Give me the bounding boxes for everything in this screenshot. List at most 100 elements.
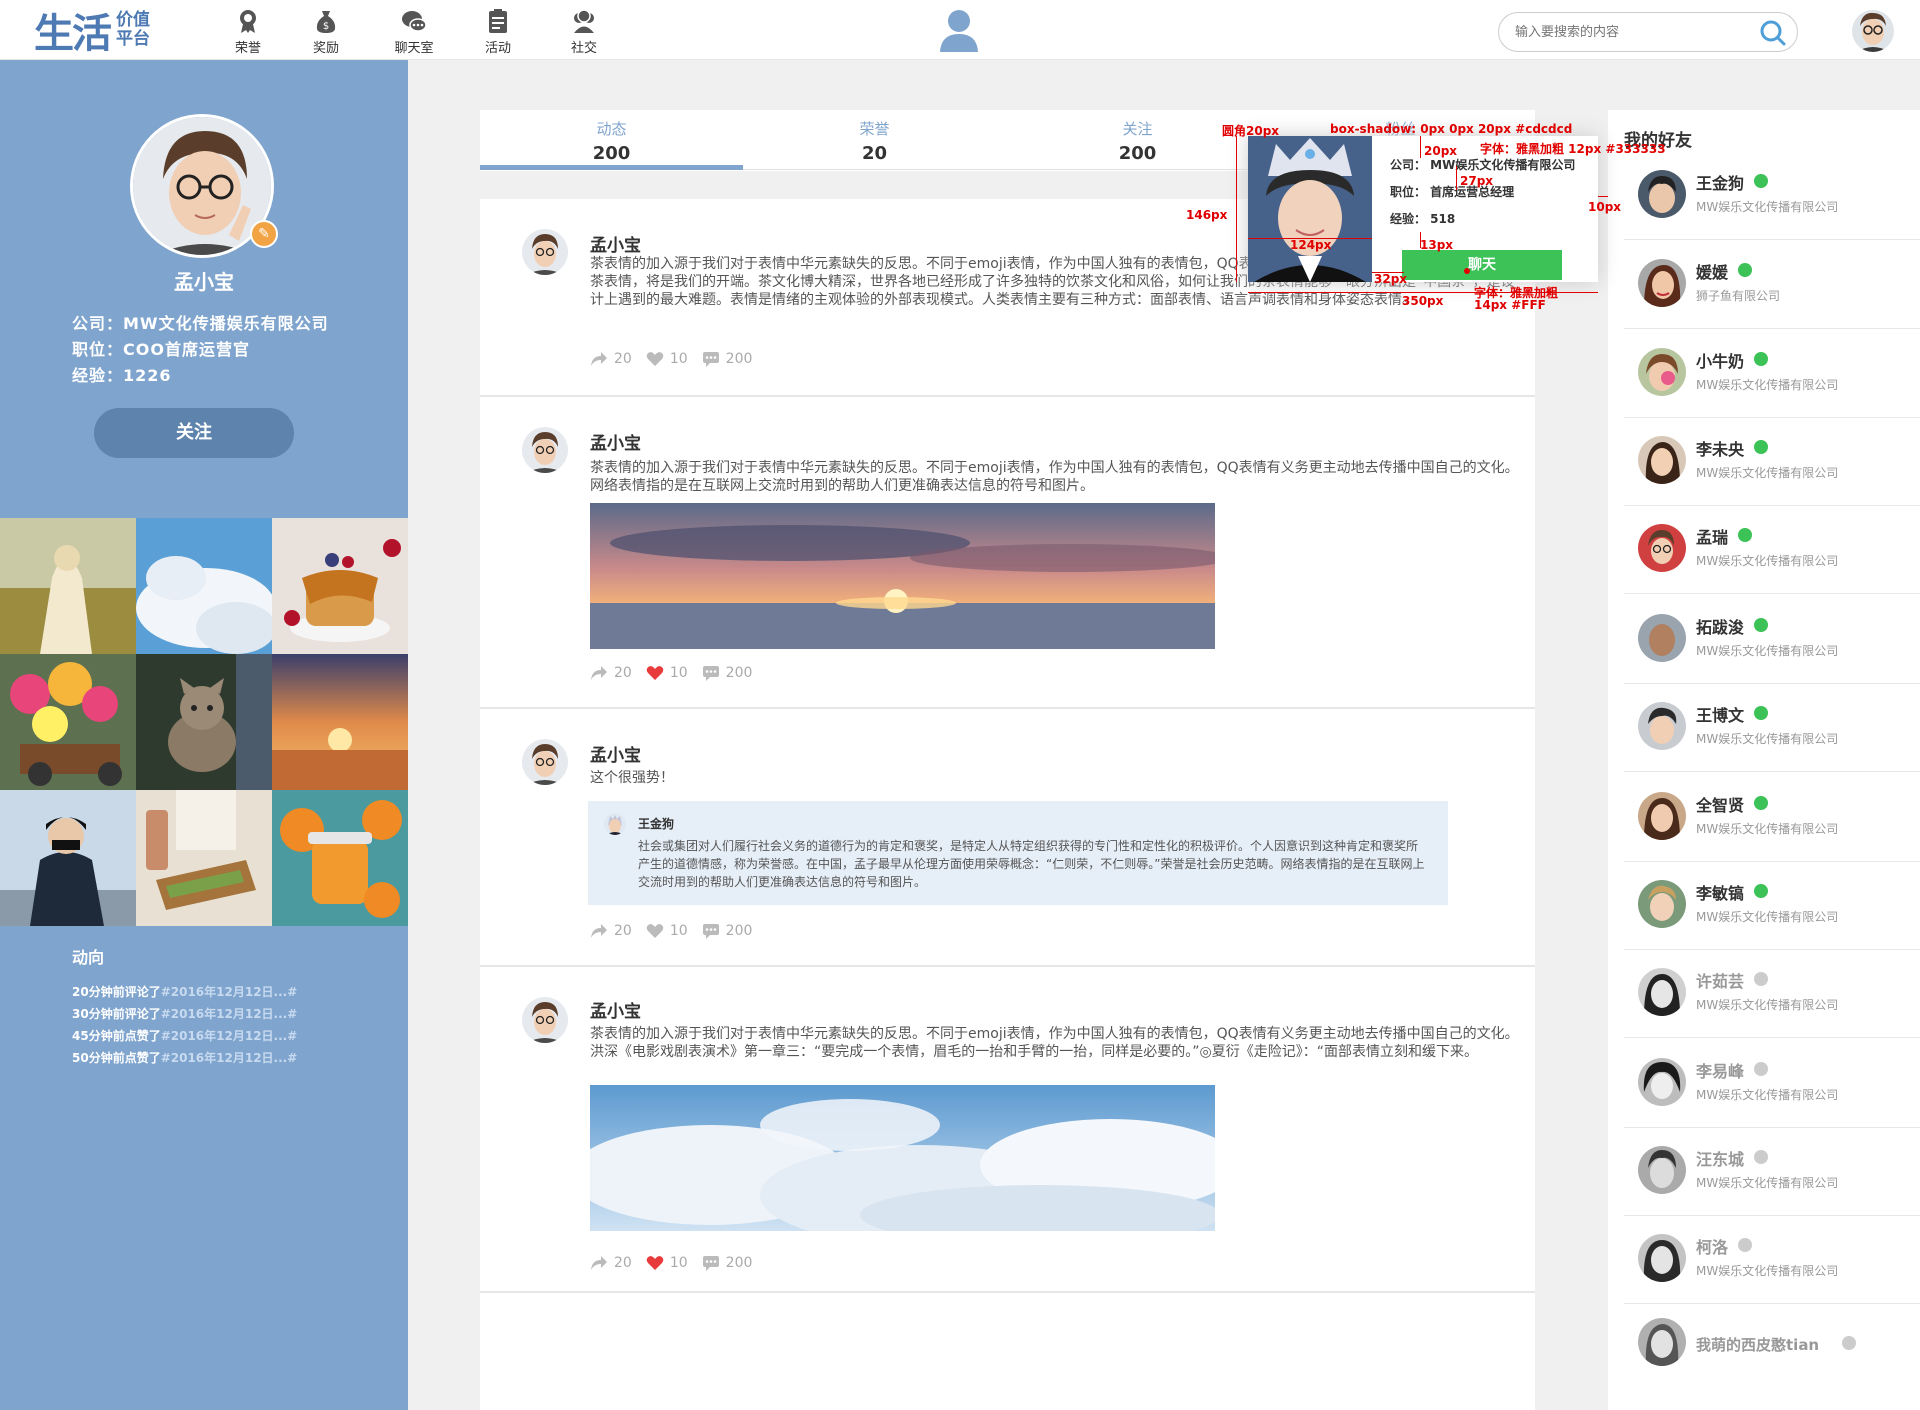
comment-button[interactable]: 200 <box>702 1255 752 1271</box>
chat-button[interactable]: 聊天 <box>1402 250 1562 280</box>
friend-item[interactable]: 我萌的西皮憨tian <box>1624 1310 1920 1398</box>
friend-item[interactable]: 李未央 MW娱乐文化传播有限公司 <box>1624 418 1920 506</box>
nav-reward[interactable]: $ 奖励 <box>296 8 356 56</box>
friend-company: MW娱乐文化传播有限公司 <box>1696 1176 1839 1190</box>
gallery-photo-person[interactable] <box>0 790 136 926</box>
friend-avatar[interactable] <box>1638 968 1686 1016</box>
share-button[interactable]: 20 <box>590 923 632 939</box>
post-avatar[interactable] <box>522 229 568 275</box>
activity-item[interactable]: 20分钟前评论了#2016年12月12日...# <box>72 983 297 1000</box>
friend-avatar[interactable] <box>1638 792 1686 840</box>
friend-item[interactable]: 全智贤 MW娱乐文化传播有限公司 <box>1624 774 1920 862</box>
quote-author[interactable]: 王金狗 <box>638 815 674 832</box>
comment-button[interactable]: 200 <box>702 665 752 681</box>
post-avatar[interactable] <box>522 739 568 785</box>
like-button[interactable]: 10 <box>646 351 688 367</box>
friend-item[interactable]: 媛媛 狮子鱼有限公司 <box>1624 241 1920 329</box>
gallery-photo-pancakes[interactable] <box>272 518 408 654</box>
friend-avatar[interactable] <box>1638 436 1686 484</box>
gallery-photo-clouds[interactable] <box>136 518 272 654</box>
nav-activity[interactable]: 活动 <box>468 8 528 56</box>
post-avatar[interactable] <box>522 427 568 473</box>
active-tab-indicator <box>480 165 743 170</box>
comment-button[interactable]: 200 <box>702 923 752 939</box>
follow-button[interactable]: 关注 <box>94 408 294 458</box>
quote-avatar[interactable] <box>604 813 626 835</box>
friend-item[interactable]: 许茹芸 MW娱乐文化传播有限公司 <box>1624 950 1920 1038</box>
friend-name: 汪东城 <box>1696 1150 1745 1169</box>
search-input[interactable] <box>1515 21 1745 43</box>
friend-item[interactable]: 柯洛 MW娱乐文化传播有限公司 <box>1624 1216 1920 1304</box>
nav-chatroom[interactable]: 聊天室 <box>384 8 444 56</box>
share-button[interactable]: 20 <box>590 665 632 681</box>
friend-item[interactable]: 李易峰 MW娱乐文化传播有限公司 <box>1624 1040 1920 1128</box>
share-button[interactable]: 20 <box>590 1255 632 1271</box>
friend-item[interactable]: 李敏镐 MW娱乐文化传播有限公司 <box>1624 862 1920 950</box>
friend-avatar[interactable] <box>1638 170 1686 218</box>
spec-line <box>1598 196 1608 197</box>
friend-avatar[interactable] <box>1638 1234 1686 1282</box>
nav-honor[interactable]: 荣誉 <box>218 8 278 56</box>
friend-avatar[interactable] <box>1638 348 1686 396</box>
post-avatar[interactable] <box>522 997 568 1043</box>
spec-line <box>1248 238 1372 239</box>
gallery-photo-field[interactable] <box>0 518 136 654</box>
like-button[interactable]: 10 <box>646 923 688 939</box>
friend-avatar[interactable] <box>1638 524 1686 572</box>
post-author[interactable]: 孟小宝 <box>590 741 641 766</box>
activity-item[interactable]: 30分钟前评论了#2016年12月12日...# <box>72 1005 297 1022</box>
spec-marker <box>1464 268 1470 274</box>
like-button[interactable]: 10 <box>646 1255 688 1271</box>
gallery-photo-flowers[interactable] <box>0 654 136 790</box>
search-box <box>1498 12 1798 52</box>
user-profile-icon[interactable] <box>938 8 980 52</box>
post-author[interactable]: 孟小宝 <box>590 231 641 256</box>
post-author[interactable]: 孟小宝 <box>590 429 641 454</box>
friend-item[interactable]: 王博文 MW娱乐文化传播有限公司 <box>1624 684 1920 772</box>
gallery-photo-jam[interactable] <box>272 790 408 926</box>
edit-profile-icon[interactable]: ✎ <box>250 220 278 248</box>
quoted-comment[interactable]: 王金狗 社会或集团对人们履行社会义务的道德行为的肯定和褒奖，是特定人从特定组织获… <box>588 801 1448 905</box>
post-author[interactable]: 孟小宝 <box>590 997 641 1022</box>
like-button[interactable]: 10 <box>646 665 688 681</box>
nav-social[interactable]: 社交 <box>554 8 614 56</box>
tab-honor[interactable]: 荣誉 20 <box>743 110 1006 170</box>
post-text: 茶表情的加入源于我们对于表情中华元素缺失的反思。不同于emoji表情，作为中国人… <box>590 1026 1519 1060</box>
friend-item[interactable]: 汪东城 MW娱乐文化传播有限公司 <box>1624 1128 1920 1216</box>
hover-card-avatar[interactable] <box>1248 136 1372 282</box>
friend-avatar[interactable] <box>1638 880 1686 928</box>
friend-item[interactable]: 王金狗 MW娱乐文化传播有限公司 <box>1624 152 1920 240</box>
header-avatar[interactable] <box>1852 10 1894 52</box>
friend-avatar[interactable] <box>1638 614 1686 662</box>
post-image-sunrise[interactable] <box>590 503 1215 649</box>
post-text: 茶表情的加入源于我们对于表情中华元素缺失的反思。不同于emoji表情，作为中国人… <box>590 460 1519 494</box>
friend-avatar[interactable] <box>1638 702 1686 750</box>
gallery-photo-picnic[interactable] <box>136 790 272 926</box>
activity-item[interactable]: 45分钟前点赞了#2016年12月12日...# <box>72 1027 297 1044</box>
comment-button[interactable]: 200 <box>702 351 752 367</box>
gallery-photo-cat[interactable] <box>136 654 272 790</box>
friend-avatar[interactable] <box>1638 1146 1686 1194</box>
gallery-photo-sunset[interactable] <box>272 654 408 790</box>
logo[interactable]: 生活 价值 平台 <box>34 6 150 58</box>
post-actions: 20 10 200 <box>590 663 766 683</box>
friend-item[interactable]: 孟瑞 MW娱乐文化传播有限公司 <box>1624 506 1920 594</box>
friend-avatar[interactable] <box>1638 1058 1686 1106</box>
post-image-clouds[interactable] <box>590 1085 1215 1231</box>
share-icon <box>591 666 607 680</box>
post-actions: 20 10 200 <box>590 921 766 941</box>
activity-item[interactable]: 50分钟前点赞了#2016年12月12日...# <box>72 1049 297 1066</box>
friend-item[interactable]: 小牛奶 MW娱乐文化传播有限公司 <box>1624 330 1920 418</box>
tab-following[interactable]: 关注 200 <box>1006 110 1269 170</box>
comment-icon <box>702 924 719 939</box>
medal-icon <box>240 10 256 33</box>
tab-dynamics[interactable]: 动态 200 <box>480 110 743 170</box>
share-button[interactable]: 20 <box>590 351 632 367</box>
friend-item[interactable]: 拓跋浚 MW娱乐文化传播有限公司 <box>1624 596 1920 684</box>
search-icon[interactable] <box>1759 19 1787 47</box>
friend-avatar[interactable] <box>1638 1318 1686 1366</box>
hover-card-position: 职位： 首席运营总经理 <box>1390 185 1515 199</box>
friend-avatar[interactable] <box>1638 259 1686 307</box>
friend-company: MW娱乐文化传播有限公司 <box>1696 732 1839 746</box>
comment-icon <box>702 1256 719 1271</box>
